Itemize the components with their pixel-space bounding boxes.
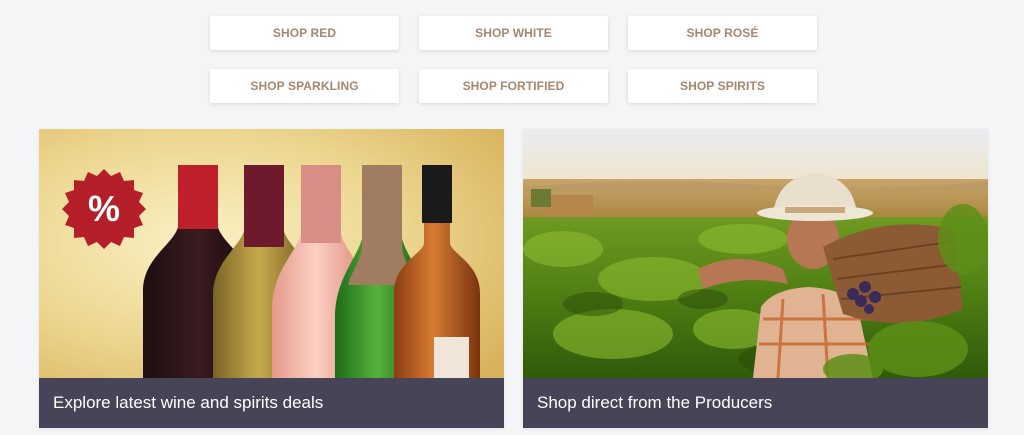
producers-card-caption[interactable]: Shop direct from the Producers <box>523 378 988 428</box>
shop-white-button[interactable]: SHOP WHITE <box>419 16 608 50</box>
shop-sparkling-button[interactable]: SHOP SPARKLING <box>210 69 399 103</box>
deals-card-caption[interactable]: Explore latest wine and spirits deals <box>39 378 504 428</box>
deals-promo-card[interactable]: % Explore latest wine and spirits deals <box>39 129 504 428</box>
percent-symbol: % <box>88 188 120 229</box>
shop-fortified-button[interactable]: SHOP FORTIFIED <box>419 69 608 103</box>
producers-promo-card[interactable]: Shop direct from the Producers <box>523 129 988 428</box>
vineyard-farmer-image <box>523 129 988 378</box>
shop-rose-button[interactable]: SHOP ROSÉ <box>628 16 817 50</box>
shop-red-button[interactable]: SHOP RED <box>210 16 399 50</box>
wine-bottles-image: % <box>39 129 504 378</box>
shop-spirits-button[interactable]: SHOP SPIRITS <box>628 69 817 103</box>
discount-badge-icon: % <box>62 169 146 249</box>
